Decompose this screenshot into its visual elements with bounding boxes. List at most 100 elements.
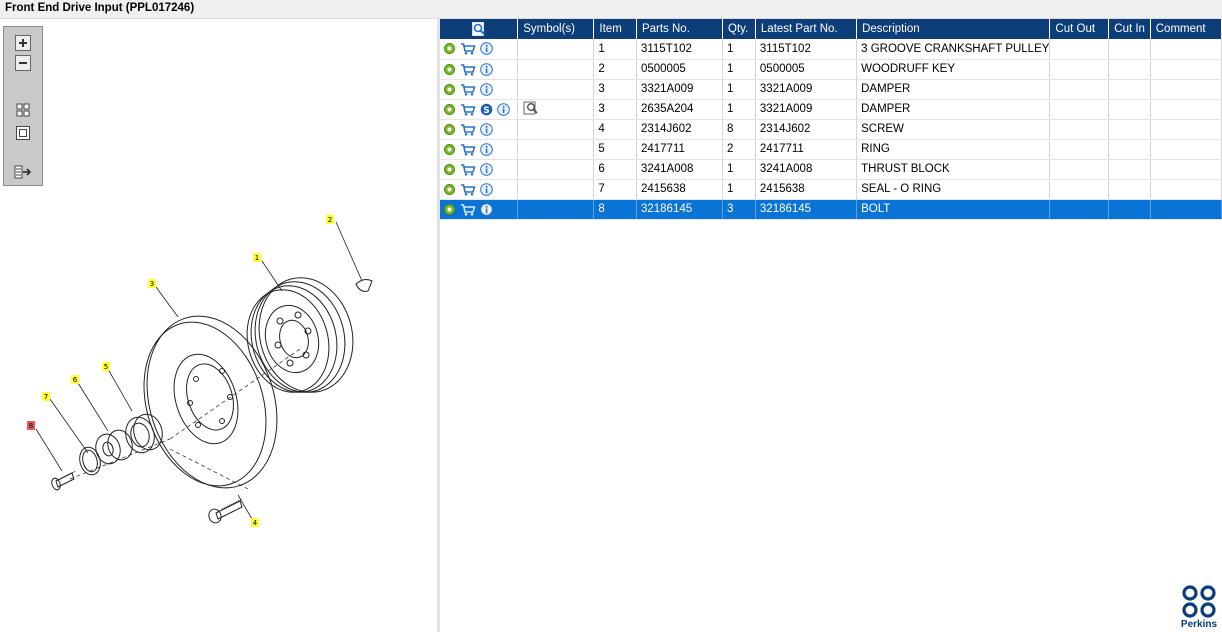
- cell-description: SCREW: [856, 119, 1051, 140]
- info-button[interactable]: [496, 102, 510, 116]
- supersession-button[interactable]: S: [479, 102, 493, 116]
- info-button[interactable]: [479, 142, 493, 156]
- info-button[interactable]: [479, 42, 493, 56]
- col-symbols[interactable]: Symbol(s): [517, 19, 595, 39]
- config-button[interactable]: [442, 82, 456, 96]
- callout-5[interactable]: 5: [104, 363, 108, 371]
- callout-1[interactable]: 1: [255, 254, 259, 262]
- table-row[interactable]: 4 2314J602 8 2314J602 SCREW: [440, 119, 1222, 140]
- cell-description: DAMPER: [856, 79, 1051, 100]
- col-latest-part-no[interactable]: Latest Part No.: [755, 19, 858, 39]
- cell-cut-in: [1108, 179, 1151, 200]
- cart-icon: [460, 163, 476, 176]
- fit-all-button[interactable]: [14, 102, 32, 118]
- cell-cut-out: [1049, 79, 1110, 100]
- cell-comment: [1150, 59, 1222, 80]
- cell-item: 6: [593, 159, 637, 180]
- info-button[interactable]: [479, 182, 493, 196]
- zoom-out-button[interactable]: [14, 55, 32, 71]
- cell-latest-part-no: 2415638: [755, 179, 858, 200]
- cog-icon: [443, 123, 455, 135]
- add-to-cart-button[interactable]: [459, 142, 476, 156]
- cog-icon: [443, 183, 455, 195]
- add-to-cart-button[interactable]: [459, 42, 476, 56]
- config-button[interactable]: [442, 42, 456, 56]
- config-button[interactable]: [442, 162, 456, 176]
- table-row[interactable]: 7 2415638 1 2415638 SEAL - O RING: [440, 179, 1222, 200]
- config-button[interactable]: [442, 142, 456, 156]
- callout-3[interactable]: 3: [150, 280, 154, 288]
- cell-comment: [1150, 139, 1222, 160]
- cell-symbols: [517, 179, 595, 200]
- cell-comment: [1150, 39, 1222, 60]
- callout-6[interactable]: 6: [73, 376, 78, 384]
- diagram-pane[interactable]: 2 1 3 5 6 7 8 4: [0, 19, 437, 632]
- cell-cut-out: [1049, 179, 1110, 200]
- col-cut-out[interactable]: Cut Out: [1049, 19, 1110, 39]
- add-to-cart-button[interactable]: [459, 102, 476, 116]
- cell-description: DAMPER: [856, 99, 1051, 120]
- cell-description: THRUST BLOCK: [856, 159, 1051, 180]
- cell-item: 7: [593, 179, 637, 200]
- table-row[interactable]: 6 3241A008 1 3241A008 THRUST BLOCK: [440, 159, 1222, 180]
- exploded-diagram[interactable]: 2 1 3 5 6 7 8 4: [0, 19, 437, 632]
- cog-icon: [443, 203, 455, 215]
- add-to-cart-button[interactable]: [459, 62, 476, 76]
- cell-parts-no: 0500005: [636, 59, 724, 80]
- add-to-cart-button[interactable]: [459, 82, 476, 96]
- add-to-cart-button[interactable]: [459, 182, 476, 196]
- cell-qty: 1: [722, 39, 756, 60]
- cell-description: RING: [856, 139, 1051, 160]
- add-to-cart-button[interactable]: [459, 122, 476, 136]
- config-button[interactable]: [442, 182, 456, 196]
- callout-4[interactable]: 4: [253, 519, 258, 527]
- table-row[interactable]: 3 3321A009 1 3321A009 DAMPER: [440, 79, 1222, 100]
- config-button[interactable]: [442, 122, 456, 136]
- zoom-in-icon: [15, 35, 31, 51]
- info-button[interactable]: [479, 82, 493, 96]
- add-to-cart-button[interactable]: [459, 162, 476, 176]
- leader-line: [107, 368, 133, 412]
- info-button[interactable]: [479, 202, 493, 216]
- cell-comment: [1150, 79, 1222, 100]
- export-button[interactable]: [14, 164, 32, 180]
- cell-parts-no: 3115T102: [636, 39, 724, 60]
- parts-table: Symbol(s) Item Parts No. Qty. Latest Par…: [440, 19, 1222, 220]
- search-header[interactable]: [440, 19, 519, 39]
- info-button[interactable]: [479, 122, 493, 136]
- callout-8[interactable]: 8: [29, 422, 33, 430]
- col-cut-in[interactable]: Cut In: [1108, 19, 1151, 39]
- cell-comment: [1150, 119, 1222, 140]
- table-row[interactable]: 8 32186145 3 32186145 BOLT: [440, 199, 1222, 220]
- zoom-in-button[interactable]: [14, 35, 32, 51]
- config-button[interactable]: [442, 102, 456, 116]
- cell-latest-part-no: 3241A008: [755, 159, 858, 180]
- config-button[interactable]: [442, 62, 456, 76]
- add-to-cart-button[interactable]: [459, 202, 476, 216]
- info-button[interactable]: [479, 62, 493, 76]
- supersession-icon: S: [480, 103, 492, 115]
- col-parts-no[interactable]: Parts No.: [636, 19, 724, 39]
- table-row[interactable]: 2 0500005 1 0500005 WOODRUFF KEY: [440, 59, 1222, 80]
- leader-line: [335, 221, 363, 282]
- info-button[interactable]: [479, 162, 493, 176]
- callout-2[interactable]: 2: [328, 216, 332, 224]
- damper-part: [143, 315, 278, 489]
- actual-size-button[interactable]: [14, 125, 32, 141]
- col-comment[interactable]: Comment: [1150, 19, 1222, 39]
- cell-cut-in: [1108, 139, 1151, 160]
- table-row[interactable]: 5 2417711 2 2417711 RING: [440, 139, 1222, 160]
- view-doc-button[interactable]: [522, 101, 539, 115]
- leader-line: [237, 494, 253, 520]
- cell-symbols: [517, 199, 595, 220]
- col-qty[interactable]: Qty.: [722, 19, 756, 39]
- cart-icon: [460, 103, 476, 116]
- table-row[interactable]: 1 3115T102 1 3115T102 3 GROOVE CRANKSHAFT PU…: [440, 39, 1222, 60]
- cell-actions: [440, 119, 519, 140]
- col-description[interactable]: Description: [856, 19, 1051, 39]
- config-button[interactable]: [442, 202, 456, 216]
- woodruff-key-part: [355, 279, 373, 292]
- callout-7[interactable]: 7: [44, 393, 48, 401]
- col-item[interactable]: Item: [593, 19, 637, 39]
- table-row[interactable]: S 3 2635A204 1 3321A009 DAMPER: [440, 99, 1222, 120]
